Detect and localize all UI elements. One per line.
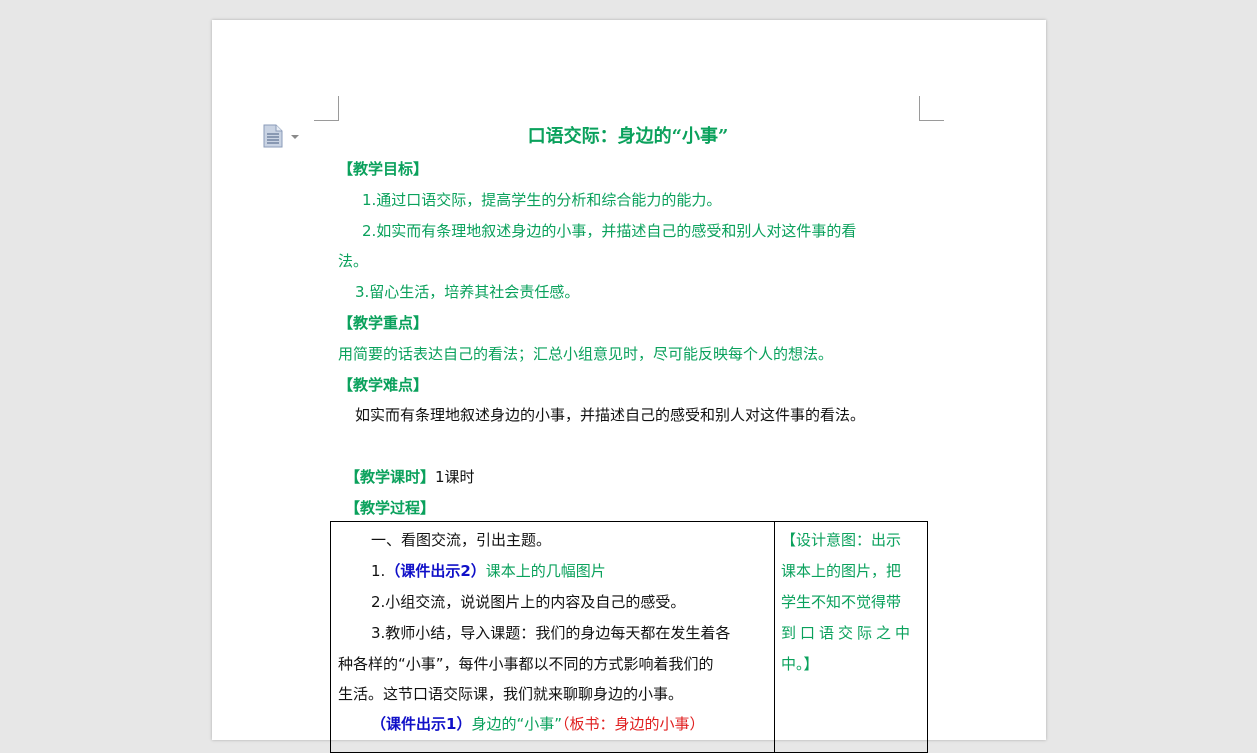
courseware-tag-1: （课件出示1） [371, 715, 472, 733]
blackboard-note: （板书：身边的小事） [562, 715, 705, 733]
design-intent-line-4: 到口语交际之中 [781, 624, 915, 642]
goal-item-2-continued: 法。 [338, 252, 369, 270]
design-intent-line-3: 学生不知不觉得带 [781, 593, 902, 611]
table-row-summary-2: 种各样的“小事”，每件小事都以不同的方式影响着我们的 [338, 655, 714, 673]
goal-item-1: 1.通过口语交际，提高学生的分析和综合能力的能力。 [362, 191, 722, 209]
difficulty-text: 如实而有条理地叙述身边的小事，并描述自己的感受和别人对这件事的看法。 [355, 406, 866, 424]
table-column-divider [774, 522, 775, 752]
table-row-summary-1: 3.教师小结，导入课题：我们的身边每天都在发生着各 [371, 624, 731, 642]
goal-item-2: 2.如实而有条理地叙述身边的小事，并描述自己的感受和别人对这件事的看 [362, 222, 857, 240]
crop-mark-top-right [919, 96, 944, 121]
courseware-text: 课本上的几幅图片 [485, 562, 606, 580]
process-table: 一、看图交流，引出主题。 1.（课件出示2）课本上的几幅图片 2.小组交流，说说… [330, 521, 928, 753]
focus-heading: 【教学重点】 [338, 314, 429, 332]
difficulty-heading: 【教学难点】 [338, 376, 429, 394]
process-heading: 【教学过程】 [345, 499, 436, 517]
table-row-intro: 一、看图交流，引出主题。 [371, 531, 552, 549]
design-intent-line-1: 【设计意图：出示 [781, 531, 902, 549]
crop-mark-top-left [314, 96, 339, 121]
row-number: 1. [371, 562, 386, 580]
goal-item-3: 3.留心生活，培养其社会责任感。 [355, 283, 580, 301]
design-intent-line-5: 中。】 [781, 655, 819, 673]
period-text: 1课时 [435, 468, 475, 486]
document-title: 口语交际：身边的“小事” [527, 126, 729, 147]
table-row-courseware-1: （课件出示1）身边的“小事”（板书：身边的小事） [371, 714, 705, 734]
paste-options-icon[interactable] [263, 124, 303, 148]
document-page: 口语交际：身边的“小事” 【教学目标】 1.通过口语交际，提高学生的分析和综合能… [212, 20, 1046, 753]
goal-heading: 【教学目标】 [338, 160, 429, 178]
focus-text: 用简要的话表达自己的看法；汇总小组意见时，尽可能反映每个人的想法。 [338, 345, 834, 363]
table-row-summary-3: 生活。这节口语交际课，我们就来聊聊身边的小事。 [338, 685, 684, 703]
courseware-tag: （课件出示2） [385, 562, 486, 580]
table-row-courseware-2: 1.（课件出示2）课本上的几幅图片 [371, 561, 606, 581]
period-heading: 【教学课时】 [345, 468, 436, 486]
period-line: 【教学课时】1课时 [345, 467, 945, 487]
table-row-group-discussion: 2.小组交流，说说图片上的内容及自己的感受。 [371, 593, 686, 611]
design-intent-line-2: 课本上的图片，把 [781, 562, 902, 580]
courseware-topic: 身边的“小事” [471, 715, 562, 733]
